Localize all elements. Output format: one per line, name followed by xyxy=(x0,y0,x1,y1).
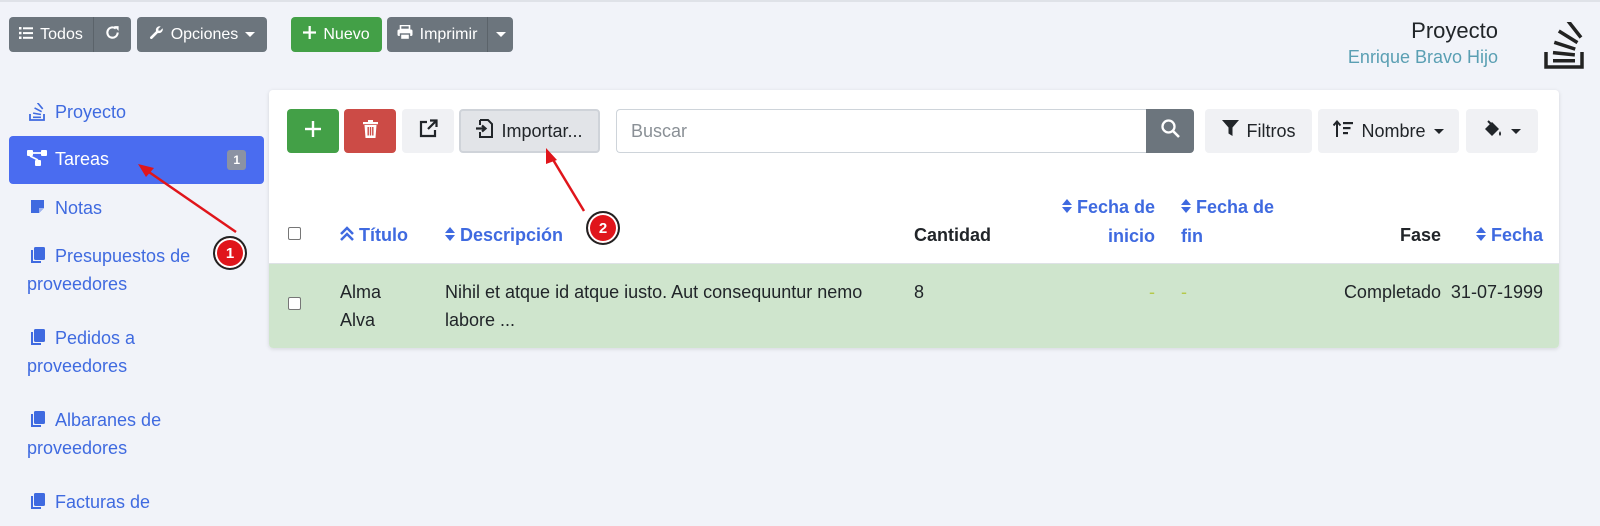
note-icon xyxy=(27,199,47,214)
todos-label: Todos xyxy=(40,25,83,43)
nuevo-label: Nuevo xyxy=(323,25,370,43)
open-external-button[interactable] xyxy=(402,109,454,153)
sidebar-item-facturas[interactable]: Facturas de xyxy=(9,478,264,526)
chevron-down-icon xyxy=(1433,128,1444,134)
row-checkbox[interactable] xyxy=(288,297,301,310)
column-header-descripcion[interactable]: Descripción xyxy=(445,221,563,250)
cell-cantidad: 8 xyxy=(914,282,925,302)
imprimir-dropdown-button[interactable] xyxy=(487,17,513,52)
delete-button[interactable] xyxy=(344,109,396,153)
todos-button[interactable]: Todos xyxy=(9,17,93,52)
imprimir-button[interactable]: Imprimir xyxy=(387,17,487,52)
opciones-group: Opciones xyxy=(137,17,267,52)
search-input[interactable] xyxy=(616,109,1146,153)
list-icon xyxy=(19,26,34,44)
count-badge: 1 xyxy=(227,150,246,170)
column-header-fase: Fase xyxy=(1399,225,1441,245)
sort-icon xyxy=(445,222,455,250)
nuevo-button[interactable]: Nuevo xyxy=(291,17,382,52)
copy-icon xyxy=(27,247,47,264)
tasks-panel: Importar... Filtros Nombre Título De xyxy=(269,90,1559,348)
sidebar-item-label: Tareas xyxy=(55,149,110,169)
refresh-button[interactable] xyxy=(93,17,131,52)
select-all-checkbox[interactable] xyxy=(288,227,301,240)
search-icon xyxy=(1160,119,1180,143)
sidebar-item-label: Presupuestos de xyxy=(55,246,191,266)
cell-descripcion: Nihil et atque id atque iusto. Aut conse… xyxy=(445,282,863,330)
sort-amount-icon xyxy=(1333,119,1354,143)
opciones-label: Opciones xyxy=(170,25,239,43)
external-link-icon xyxy=(419,119,438,143)
search-button[interactable] xyxy=(1146,109,1194,153)
table-row[interactable]: Alma Alva Nihil et atque id atque iusto.… xyxy=(269,264,1559,348)
add-button[interactable] xyxy=(287,109,339,153)
cell-fecha-inicio: - xyxy=(1149,282,1155,302)
imprimir-group: Imprimir xyxy=(387,17,513,52)
sidebar-item-proyecto[interactable]: Proyecto xyxy=(9,88,264,136)
chevron-down-icon xyxy=(245,32,256,37)
sidebar-item-label-cont[interactable]: proveedores xyxy=(9,352,264,396)
sidebar-item-label: Proyecto xyxy=(55,102,127,122)
trash-icon xyxy=(362,119,378,143)
sidebar-item-notas[interactable]: Notas xyxy=(9,184,264,232)
filters-button[interactable]: Filtros xyxy=(1205,109,1312,153)
column-header-titulo[interactable]: Título xyxy=(340,221,408,250)
sort-icon xyxy=(1061,194,1072,222)
wrench-icon xyxy=(149,25,164,45)
column-header-cantidad: Cantidad xyxy=(914,225,992,245)
sidebar-item-label: Notas xyxy=(55,198,103,218)
plus-icon xyxy=(305,120,321,142)
chevron-down-icon xyxy=(1511,128,1521,134)
page-title: Proyecto xyxy=(1411,18,1498,43)
sidebar-item-label: Albaranes de xyxy=(55,410,162,430)
chevron-down-icon xyxy=(495,32,506,37)
sidebar-item-label: Facturas de xyxy=(55,492,151,512)
filters-label: Filtros xyxy=(1246,120,1296,141)
copy-icon xyxy=(27,411,47,428)
column-header-fecha-inicio[interactable]: Fecha de inicio xyxy=(1056,193,1155,250)
page-subtitle[interactable]: Enrique Bravo Hijo xyxy=(1348,47,1498,68)
cell-fase: Completado xyxy=(1343,282,1441,302)
refresh-icon xyxy=(105,25,120,45)
filter-icon xyxy=(1221,120,1239,142)
annotation-marker-2: 2 xyxy=(586,211,620,245)
tasks-icon xyxy=(27,150,47,166)
paint-bucket-icon xyxy=(1483,119,1503,143)
sidebar-item-label-cont[interactable]: proveedores xyxy=(9,434,264,478)
opciones-button[interactable]: Opciones xyxy=(137,17,267,52)
copy-icon xyxy=(27,329,47,346)
todos-group: Todos xyxy=(9,17,131,52)
sort-icon xyxy=(1181,194,1191,222)
sidebar: Proyecto Tareas 1 Notas Presupuestos de … xyxy=(9,88,264,526)
color-button[interactable] xyxy=(1466,109,1538,153)
import-button[interactable]: Importar... xyxy=(459,109,600,153)
sidebar-item-tareas[interactable]: Tareas 1 xyxy=(9,136,264,184)
sort-icon xyxy=(1475,222,1486,250)
sort-button[interactable]: Nombre xyxy=(1318,109,1459,153)
annotation-marker-1: 1 xyxy=(213,236,247,270)
column-header-fecha-fin[interactable]: Fecha de fin xyxy=(1181,193,1274,250)
sort-asc-icon xyxy=(340,222,354,250)
cell-fecha-fin: - xyxy=(1181,282,1187,302)
import-label: Importar... xyxy=(501,120,583,141)
sidebar-item-label: Pedidos a xyxy=(55,328,136,348)
column-header-fecha[interactable]: Fecha xyxy=(1459,221,1543,250)
printer-icon xyxy=(397,24,413,45)
file-import-icon xyxy=(476,119,494,143)
top-border xyxy=(0,0,1600,2)
imprimir-label: Imprimir xyxy=(419,25,478,43)
nuevo-group: Nuevo xyxy=(291,17,382,52)
plus-icon xyxy=(303,25,317,44)
sort-label: Nombre xyxy=(1361,120,1426,141)
sidebar-item-label-cont[interactable]: proveedores xyxy=(9,270,264,314)
stack-logo-icon xyxy=(1543,19,1585,75)
project-icon xyxy=(27,103,47,121)
cell-titulo[interactable]: Alma Alva xyxy=(340,278,381,334)
cell-fecha: 31-07-1999 xyxy=(1450,282,1543,302)
copy-icon xyxy=(27,493,47,510)
